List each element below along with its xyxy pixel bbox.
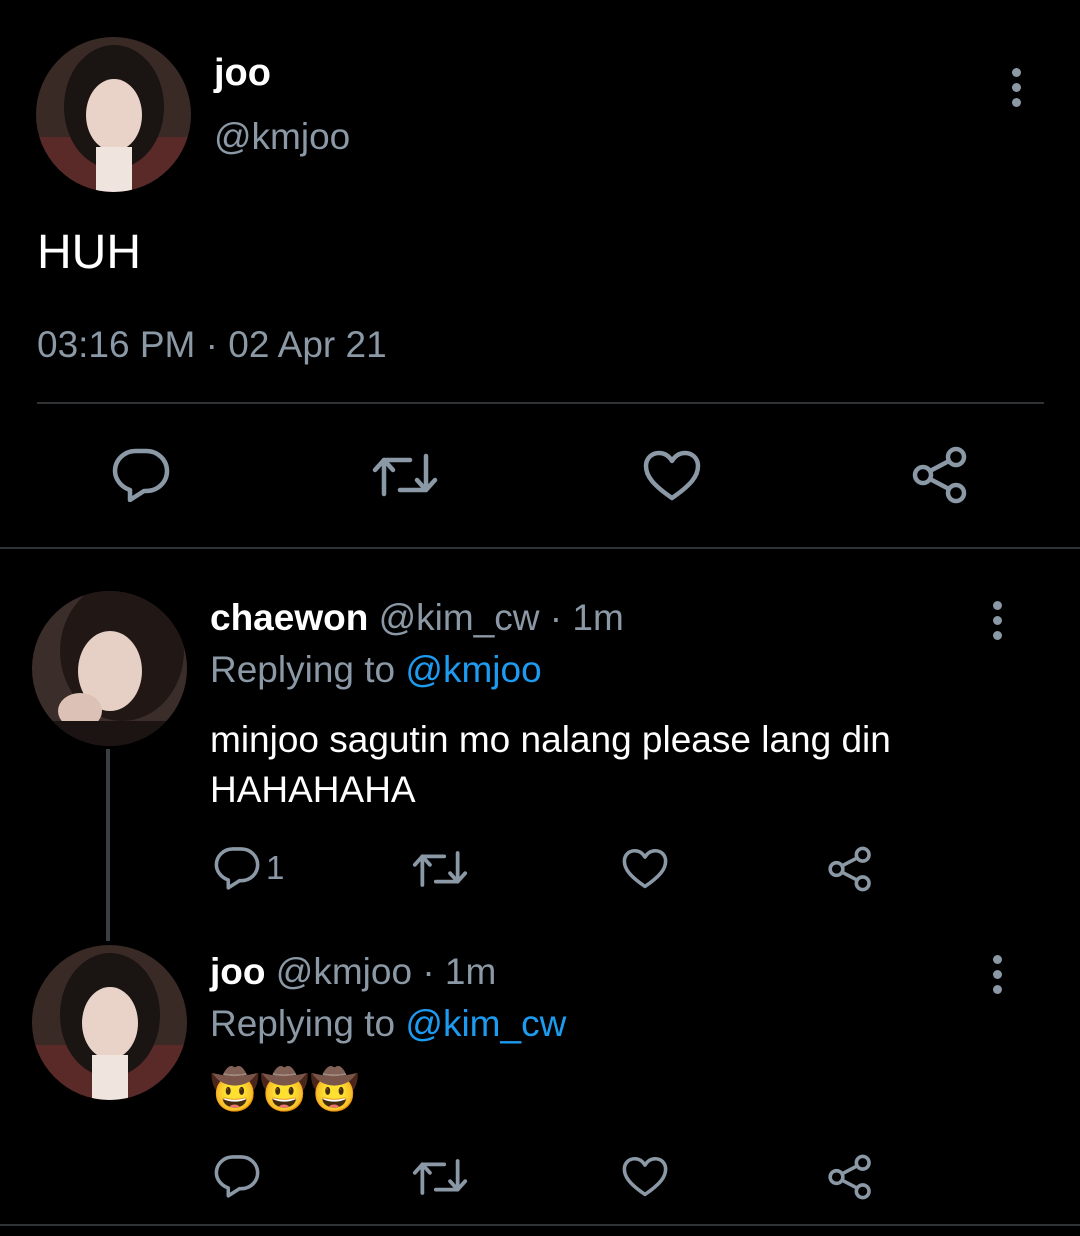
retweet-icon[interactable]: [412, 848, 468, 890]
reply-text: 🤠🤠🤠: [210, 1068, 360, 1112]
reply-icon[interactable]: [214, 1154, 260, 1198]
reply-icon[interactable]: [214, 846, 260, 890]
share-icon[interactable]: [910, 446, 970, 504]
handle[interactable]: @kim_cw: [379, 597, 540, 638]
reply-count: 1: [266, 849, 285, 886]
tweet-timestamp[interactable]: 03:16 PM · 02 Apr 21: [37, 324, 387, 366]
avatar[interactable]: [36, 37, 191, 192]
replying-to-label: Replying to: [210, 649, 396, 690]
heart-icon[interactable]: [622, 848, 668, 890]
section-divider: [0, 547, 1080, 549]
reply-time: · 1m: [549, 597, 624, 638]
display-name[interactable]: joo: [210, 951, 265, 992]
retweet-icon[interactable]: [412, 1156, 468, 1198]
share-icon[interactable]: [826, 846, 874, 892]
display-name[interactable]: joo: [214, 52, 271, 95]
more-options-icon[interactable]: [993, 955, 1007, 1000]
avatar[interactable]: [32, 945, 187, 1100]
reply-time: · 1m: [422, 951, 497, 992]
more-options-icon[interactable]: [1012, 68, 1026, 113]
more-options-icon[interactable]: [993, 601, 1007, 646]
replying-to-link[interactable]: @kmjoo: [405, 649, 541, 690]
handle[interactable]: @kmjoo: [214, 116, 350, 158]
tweet-text: HUH: [37, 226, 141, 279]
avatar[interactable]: [32, 591, 187, 746]
display-name[interactable]: chaewon: [210, 597, 368, 638]
reply-text-line: HAHAHAHA: [210, 769, 416, 810]
replying-to-label: Replying to: [210, 1003, 396, 1044]
reply-action[interactable]: 1: [214, 846, 284, 890]
divider: [37, 402, 1044, 404]
share-icon[interactable]: [826, 1154, 874, 1200]
section-divider: [0, 1224, 1080, 1226]
reply-text: minjoo sagutin mo nalang please lang din…: [210, 715, 891, 815]
reply-text-line: minjoo sagutin mo nalang please lang din: [210, 719, 891, 760]
heart-icon[interactable]: [622, 1156, 668, 1198]
handle[interactable]: @kmjoo: [276, 951, 412, 992]
retweet-icon[interactable]: [372, 450, 438, 500]
reply-icon[interactable]: [112, 448, 170, 502]
replying-to-link[interactable]: @kim_cw: [405, 1003, 566, 1044]
heart-icon[interactable]: [643, 450, 701, 502]
thread-line: [106, 749, 110, 941]
